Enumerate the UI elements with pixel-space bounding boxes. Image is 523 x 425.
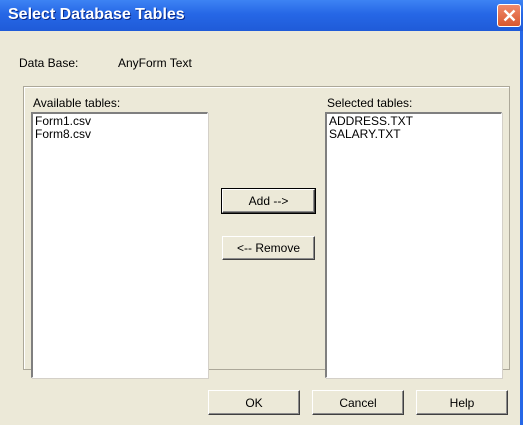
- list-item[interactable]: Form8.csv: [35, 128, 205, 141]
- available-tables-label: Available tables:: [33, 96, 121, 110]
- ok-button[interactable]: OK: [208, 390, 300, 415]
- database-label: Data Base:: [19, 56, 79, 70]
- close-icon: [503, 9, 516, 22]
- add-button[interactable]: Add -->: [221, 188, 316, 214]
- cancel-button[interactable]: Cancel: [312, 390, 404, 415]
- window-title: Select Database Tables: [8, 6, 185, 23]
- selected-tables-label: Selected tables:: [327, 96, 413, 110]
- dialog-body: Data Base: AnyForm Text Available tables…: [0, 31, 520, 425]
- database-value: AnyForm Text: [118, 56, 192, 70]
- close-button[interactable]: [497, 4, 521, 27]
- remove-button[interactable]: <-- Remove: [222, 236, 315, 260]
- title-bar[interactable]: Select Database Tables: [0, 0, 523, 31]
- list-item[interactable]: SALARY.TXT: [329, 128, 499, 141]
- available-tables-list[interactable]: Form1.csv Form8.csv: [31, 112, 208, 378]
- selected-tables-list[interactable]: ADDRESS.TXT SALARY.TXT: [325, 112, 502, 378]
- help-button[interactable]: Help: [416, 390, 508, 415]
